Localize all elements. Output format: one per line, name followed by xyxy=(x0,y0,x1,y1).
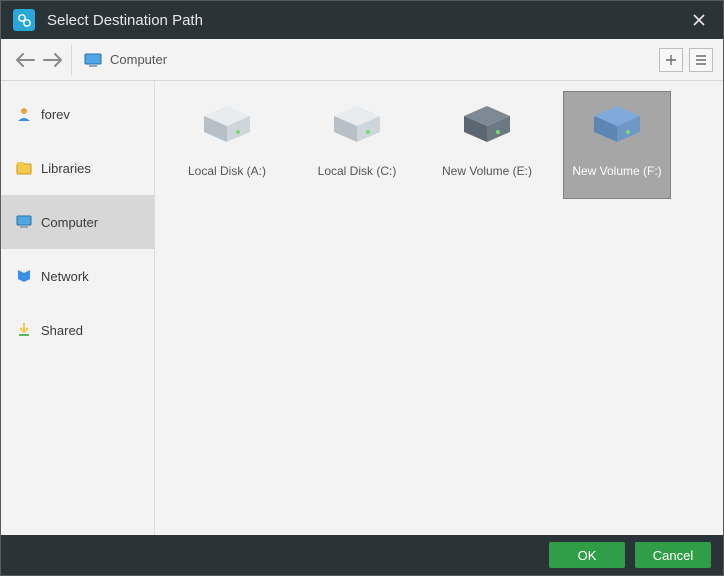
view-list-button[interactable] xyxy=(689,48,713,72)
drive-grid: Local Disk (A:) Local Disk (C:) New Volu… xyxy=(155,81,723,535)
sidebar-item-user[interactable]: forev xyxy=(1,87,154,141)
app-icon xyxy=(13,9,35,31)
toolbar-separator xyxy=(71,45,72,75)
computer-icon xyxy=(84,53,102,67)
sidebar: forev Libraries Computer Network Shared xyxy=(1,81,155,535)
arrow-left-icon xyxy=(14,52,36,68)
drive-item[interactable]: New Volume (E:) xyxy=(433,91,541,199)
drive-icon xyxy=(328,102,386,146)
list-icon xyxy=(695,54,707,66)
sidebar-item-label: forev xyxy=(41,107,70,122)
footer: OK Cancel xyxy=(1,535,723,575)
breadcrumb-label: Computer xyxy=(110,52,167,67)
sidebar-item-libraries[interactable]: Libraries xyxy=(1,141,154,195)
drive-label: New Volume (E:) xyxy=(442,164,532,178)
drive-icon xyxy=(588,102,646,146)
toolbar: Computer xyxy=(1,39,723,81)
drive-icon xyxy=(198,102,256,146)
sidebar-item-label: Libraries xyxy=(41,161,91,176)
sidebar-item-label: Network xyxy=(41,269,89,284)
sidebar-item-shared[interactable]: Shared xyxy=(1,303,154,357)
sidebar-item-network[interactable]: Network xyxy=(1,249,154,303)
network-icon xyxy=(15,267,33,285)
arrow-right-icon xyxy=(42,52,64,68)
close-button[interactable] xyxy=(687,8,711,32)
drive-label: New Volume (F:) xyxy=(572,164,661,178)
close-icon xyxy=(692,13,706,27)
libraries-icon xyxy=(15,159,33,177)
cancel-button[interactable]: Cancel xyxy=(635,542,711,568)
titlebar: Select Destination Path xyxy=(1,1,723,39)
plus-icon xyxy=(665,54,677,66)
back-button[interactable] xyxy=(11,46,39,74)
shared-icon xyxy=(15,321,33,339)
drive-item[interactable]: Local Disk (A:) xyxy=(173,91,281,199)
sidebar-item-label: Computer xyxy=(41,215,98,230)
sidebar-item-label: Shared xyxy=(41,323,83,338)
breadcrumb[interactable]: Computer xyxy=(80,52,659,67)
drive-item[interactable]: Local Disk (C:) xyxy=(303,91,411,199)
drive-label: Local Disk (A:) xyxy=(188,164,266,178)
new-folder-button[interactable] xyxy=(659,48,683,72)
window-title: Select Destination Path xyxy=(47,12,687,29)
computer-icon xyxy=(15,213,33,231)
drive-icon xyxy=(458,102,516,146)
forward-button[interactable] xyxy=(39,46,67,74)
ok-button[interactable]: OK xyxy=(549,542,625,568)
sidebar-item-computer[interactable]: Computer xyxy=(1,195,154,249)
drive-label: Local Disk (C:) xyxy=(318,164,397,178)
drive-item[interactable]: New Volume (F:) xyxy=(563,91,671,199)
user-icon xyxy=(15,105,33,123)
